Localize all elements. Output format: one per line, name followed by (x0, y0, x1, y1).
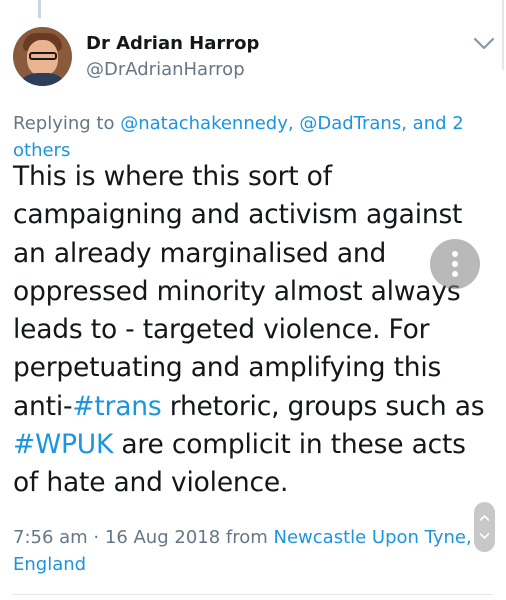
tweet-text: This is where this sort of campaigning a… (13, 158, 493, 503)
scroll-down-icon[interactable] (479, 532, 490, 540)
more-vertical-icon-dot (452, 271, 458, 277)
avatar-glasses (29, 52, 57, 60)
reply-prefix: Replying to (13, 113, 121, 134)
avatar[interactable] (13, 27, 72, 86)
scroll-up-icon[interactable] (479, 514, 490, 522)
chevron-down-icon[interactable] (472, 34, 496, 54)
scroll-control[interactable] (474, 502, 495, 552)
thread-connector-line (38, 0, 41, 18)
more-vertical-icon-dot (452, 251, 458, 257)
more-vertical-icon-dot (452, 261, 458, 267)
tweet-meta: 7:56 am · 16 Aug 2018 from Newcastle Upo… (13, 524, 473, 578)
author-display-name[interactable]: Dr Adrian Harrop (86, 33, 259, 54)
author-handle[interactable]: @DrAdrianHarrop (86, 59, 245, 80)
hashtag-wpuk-link[interactable]: #WPUK (13, 429, 113, 460)
reply-context: Replying to @natachakennedy, @DadTrans, … (13, 110, 483, 164)
bottom-divider (13, 594, 493, 595)
tweet-timestamp: 7:56 am · 16 Aug 2018 from (13, 527, 274, 548)
tweet-text-part2: rhetoric, groups such as (161, 390, 485, 422)
edge-divider (502, 0, 504, 70)
tweet-text-part1: This is where this sort of campaigning a… (13, 161, 463, 422)
hashtag-trans-link[interactable]: #trans (72, 391, 161, 422)
avatar-shirt (17, 73, 68, 86)
more-options-button[interactable] (430, 239, 480, 289)
